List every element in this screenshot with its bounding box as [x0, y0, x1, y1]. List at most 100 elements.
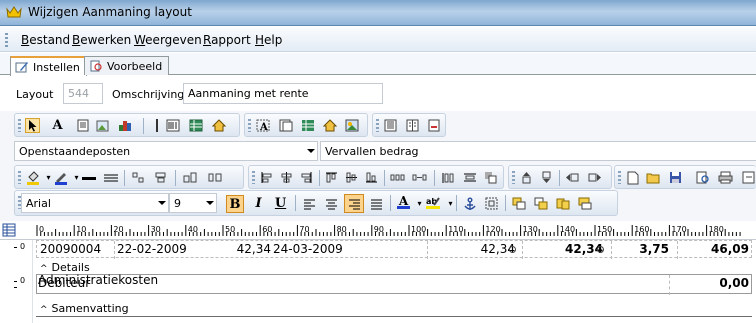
- group-shapes-icon[interactable]: [511, 196, 526, 211]
- omschrijving-field[interactable]: Aanmaning met rente: [183, 83, 383, 104]
- text-field-icon[interactable]: A: [50, 118, 65, 133]
- export-icon[interactable]: [741, 170, 756, 185]
- snap-icon[interactable]: [153, 170, 168, 185]
- columns-grid-icon[interactable]: [2, 223, 16, 237]
- bring-to-front-icon[interactable]: [483, 170, 498, 185]
- insert-picture-object-icon[interactable]: [344, 118, 359, 133]
- database-table-icon[interactable]: [188, 118, 203, 133]
- image-icon[interactable]: [95, 118, 110, 133]
- tab-instellen[interactable]: Instellen: [10, 56, 87, 76]
- toolbar-grip[interactable]: [18, 119, 21, 132]
- line-color-icon[interactable]: [53, 170, 68, 185]
- copy-format-icon[interactable]: [555, 196, 570, 211]
- highlight-color-icon[interactable]: ab: [425, 195, 440, 210]
- menu-rapport[interactable]: Rapport: [203, 33, 251, 47]
- align-middles-icon[interactable]: [344, 170, 359, 185]
- text-align-center-icon[interactable]: [324, 196, 339, 211]
- ungroup-shapes-icon[interactable]: [533, 196, 548, 211]
- save-disk-icon[interactable]: [668, 170, 683, 185]
- text-justify-icon[interactable]: [369, 196, 384, 211]
- underline-button[interactable]: U: [273, 196, 288, 211]
- open-folder-icon[interactable]: [646, 170, 661, 185]
- move-right-icon[interactable]: [587, 170, 602, 185]
- ruler-label: 150: [597, 225, 612, 234]
- menu-help[interactable]: Help: [255, 33, 282, 47]
- barcode-icon[interactable]: [165, 118, 180, 133]
- align-grid-icon[interactable]: [130, 170, 145, 185]
- detail-band-row[interactable]: 20090004 22-02-2009 42,34 24-03-2009 42,…: [36, 240, 752, 259]
- move-to-bottom-icon[interactable]: [539, 170, 554, 185]
- print-icon[interactable]: [718, 170, 733, 185]
- menu-bestand[interactable]: Bestand: [21, 33, 70, 47]
- field-totaal[interactable]: 46,09: [677, 242, 749, 256]
- columns-icon[interactable]: [383, 118, 398, 133]
- move-to-top-icon[interactable]: [519, 170, 534, 185]
- insert-memo-object-icon[interactable]: [278, 118, 293, 133]
- align-centers-icon[interactable]: [279, 170, 294, 185]
- samenvatting-section-header[interactable]: ^ Samenvatting: [36, 302, 752, 315]
- align-bottoms-icon[interactable]: [364, 170, 379, 185]
- same-width-icon[interactable]: [462, 170, 477, 185]
- tab-voorbeeld[interactable]: Voorbeeld: [84, 56, 170, 75]
- field-openstaand[interactable]: 42,34: [429, 242, 515, 256]
- paste-format-icon[interactable]: [577, 196, 592, 211]
- menu-weergeven[interactable]: Weergeven: [134, 33, 202, 47]
- distribute-icon[interactable]: [207, 170, 222, 185]
- field-vervallen-bedrag[interactable]: 42,34: [525, 242, 603, 256]
- align-left-edges-icon[interactable]: [259, 170, 274, 185]
- collapse-caret-icon[interactable]: ^: [40, 305, 48, 315]
- line-width-icon[interactable]: [81, 170, 96, 185]
- page-layout-icon[interactable]: [405, 118, 420, 133]
- toolbar-grip[interactable]: [248, 119, 251, 132]
- field-factuurnummer[interactable]: 20090004: [40, 242, 101, 256]
- chart-object-icon[interactable]: [117, 118, 132, 133]
- resize-handle[interactable]: [597, 246, 604, 253]
- pdf-page-icon[interactable]: [426, 118, 441, 133]
- memo-field-icon[interactable]: [75, 118, 90, 133]
- toolbar-grip[interactable]: [618, 171, 621, 184]
- field-factuurdatum[interactable]: 22-02-2009: [117, 242, 187, 256]
- text-align-right-icon[interactable]: [344, 194, 364, 213]
- font-size-dropdown[interactable]: 9: [169, 193, 217, 213]
- insert-text-object-icon[interactable]: A: [255, 118, 270, 133]
- fill-color-icon[interactable]: [25, 170, 40, 185]
- anchor-icon[interactable]: [462, 196, 477, 211]
- line-style-icon[interactable]: [103, 170, 118, 185]
- insert-table-object-icon[interactable]: [300, 118, 315, 133]
- home-address-icon[interactable]: [211, 118, 226, 133]
- move-left-icon[interactable]: [564, 170, 579, 185]
- insert-address-object-icon[interactable]: [322, 118, 337, 133]
- pointer-icon[interactable]: [25, 118, 40, 133]
- menu-grip-handle[interactable]: [5, 33, 8, 47]
- new-document-icon[interactable]: [625, 170, 640, 185]
- text-align-left-icon[interactable]: [302, 196, 317, 211]
- space-horizontal-icon[interactable]: [390, 170, 405, 185]
- field-bedrag[interactable]: 42,34: [187, 242, 271, 256]
- font-color-icon[interactable]: A: [396, 194, 411, 209]
- toolbar-grip[interactable]: [18, 171, 21, 184]
- line-icon[interactable]: [149, 118, 164, 133]
- field-vervaldatum[interactable]: 24-03-2009: [273, 242, 343, 256]
- toolbar-grip[interactable]: [252, 171, 255, 184]
- font-name-dropdown[interactable]: Arial: [21, 193, 169, 213]
- field-rente[interactable]: 3,75: [613, 242, 669, 256]
- border-frame-icon[interactable]: [484, 196, 499, 211]
- toolbar-grip[interactable]: [512, 171, 515, 184]
- resize-handle[interactable]: [509, 246, 516, 253]
- align-right-edges-icon[interactable]: [299, 170, 314, 185]
- size-to-grid-icon[interactable]: [182, 170, 197, 185]
- same-height-icon[interactable]: [440, 170, 455, 185]
- field-administratiekosten[interactable]: Administratiekosten: [38, 273, 158, 287]
- bold-button[interactable]: B: [226, 195, 244, 213]
- field-admin-bedrag[interactable]: 0,00: [677, 276, 749, 290]
- space-vertical-icon[interactable]: [412, 170, 427, 185]
- summary-band-row[interactable]: Debiteur Administratiekosten 0,00: [36, 273, 752, 295]
- details-section-header[interactable]: ^ Details: [36, 261, 752, 274]
- align-tops-icon[interactable]: [324, 170, 339, 185]
- field-selector-left[interactable]: Openstaandeposten: [14, 141, 318, 161]
- menu-bewerken[interactable]: Bewerken: [72, 33, 131, 47]
- italic-button[interactable]: I: [251, 196, 266, 211]
- toolbar-grip[interactable]: [376, 119, 379, 132]
- field-selector-right[interactable]: Vervallen bedrag: [320, 141, 756, 161]
- print-preview-icon[interactable]: [695, 170, 710, 185]
